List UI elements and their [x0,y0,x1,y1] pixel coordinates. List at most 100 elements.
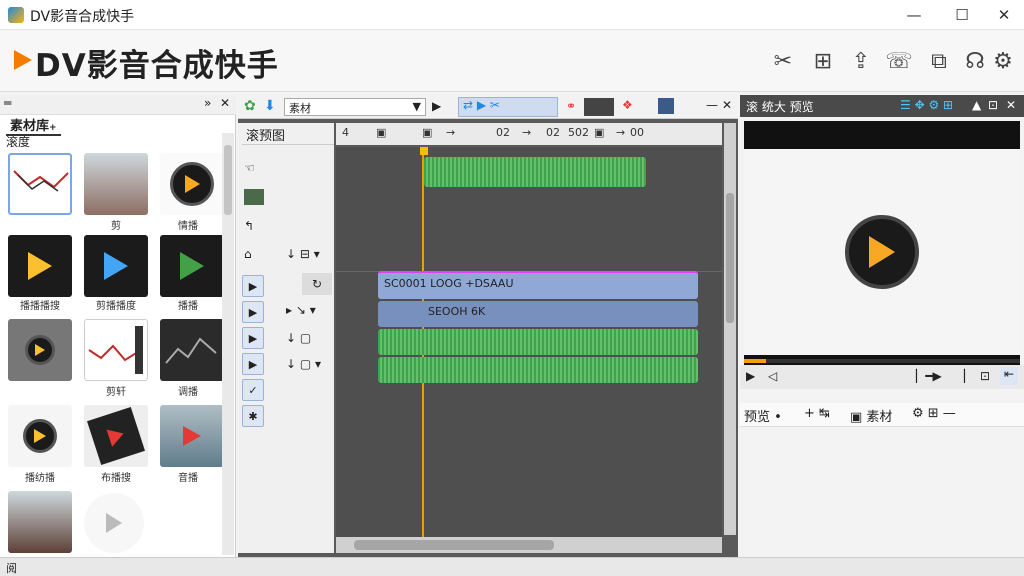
preview-progress-track[interactable] [744,359,1020,363]
chart-icon[interactable]: ⧉ [924,46,954,76]
share-icon[interactable]: ⇪ [846,46,876,76]
trim-tool[interactable]: ↰ [244,219,254,233]
audio-clip[interactable]: SC0001 LOOG +DSAAU [378,271,698,299]
minimize-panel-icon[interactable]: — [706,98,718,112]
down-icon[interactable]: ↓ ▢ [286,331,311,345]
library-item-thumbnail[interactable] [8,153,72,215]
close-button[interactable]: ✕ [984,2,1024,28]
snapshot-icon[interactable]: ⊡ [980,369,990,383]
play-button[interactable]: ▶ [746,369,755,383]
playhead-handle[interactable] [420,147,428,155]
refresh-icon[interactable]: ↻ [302,273,332,295]
library-item-thumbnail[interactable] [84,153,148,215]
scroll-thumb[interactable] [726,193,734,323]
list-icon[interactable]: ☰ ✥ ⚙ ⊞ [900,98,953,112]
library-scrollbar[interactable] [222,133,234,555]
image-tool-icon[interactable] [244,189,264,205]
tab-material[interactable]: ▣ 素材 [850,406,892,425]
library-item-label: 音播 [178,473,198,484]
timeline-toolbar: ✿ ⬇ 素材 ▼ ▶ ⇄ ▶ ✂ ⚭ ❖ — ✕ [238,95,738,119]
library-item-label: 情播 [178,221,198,232]
track-area[interactable]: SC0001 LOOG +DSAAU SEOOH 6K [336,147,722,537]
library-item-thumbnail[interactable] [160,235,224,297]
upload-icon[interactable]: ▲ [972,98,981,112]
down-icon[interactable]: ↓ ▢ ▾ [286,357,321,371]
ruler-label: → [522,126,532,139]
tool-button[interactable]: ✓ [242,379,264,401]
step-icon[interactable]: ▏ [964,369,973,383]
library-item-thumbnail[interactable] [160,319,224,381]
library-item-thumbnail[interactable] [8,405,72,467]
seek-icon[interactable]: ▏━▶ [916,369,942,383]
timeline-title: 滚预图 [242,123,334,145]
audio-clip[interactable]: SEOOH 6K [378,301,698,327]
palette-icon[interactable]: ❖ [622,98,633,112]
volume-icon[interactable]: ◁ [768,369,777,383]
minimize-button[interactable]: — [894,2,934,28]
ruler-label: 502 [568,126,589,139]
tool-button[interactable]: ▶ [242,353,264,375]
ruler-label: 00 [630,126,644,139]
settings-small-icon[interactable]: ⚙ ⊞ — [912,406,956,421]
library-item-thumbnail[interactable] [160,153,224,215]
close-icon[interactable]: ✕ [1006,98,1016,112]
add-icon[interactable]: ⊞ [808,46,838,76]
panel-close-icon[interactable]: ✕ [220,96,230,110]
arrow-icon[interactable]: ▸ ↘ ▾ [286,303,316,317]
ruler-label: 02 [546,126,560,139]
down-icon[interactable]: ↓ ⊟ ▾ [286,247,320,261]
library-item-thumbnail[interactable] [160,405,224,467]
audio-wave-clip[interactable] [378,329,698,355]
library-item-thumbnail[interactable] [8,235,72,297]
timeline-vscrollbar[interactable] [724,123,736,535]
edit-tools-group[interactable]: ⇄ ▶ ✂ [458,97,558,117]
play-small-icon[interactable]: ▶ [432,99,441,113]
lock-icon[interactable]: ⊡ [988,98,998,112]
tool-button[interactable]: ✱ [242,405,264,427]
library-item-thumbnail[interactable] [84,405,148,467]
video-clip[interactable] [424,157,646,187]
preview-tabs: 预览 • + ↹ ▣ 素材 ⚙ ⊞ — [740,403,1024,427]
library-item-thumbnail[interactable] [8,491,72,553]
title-bar: DV影音合成快手 — ☐ ✕ [0,0,1024,30]
fullscreen-icon[interactable]: ⇤ [1000,367,1018,385]
settings-icon[interactable]: ⚙ [988,46,1018,76]
app-header: DV影音合成快手 ✂ ⊞ ⇪ ☏ ⧉ ☊ ⚙ [0,30,1024,92]
library-item-label: 播播 [178,301,198,312]
tool-button[interactable]: ▶ [242,275,264,297]
maximize-button[interactable]: ☐ [942,2,982,28]
scroll-thumb[interactable] [224,145,232,215]
mic-icon[interactable]: ⬇ [264,98,276,114]
library-item-thumbnail[interactable] [84,235,148,297]
expand-icon[interactable]: » [204,96,211,110]
library-subtitle: 滚度 [6,135,31,149]
tool-button[interactable]: ▶ [242,327,264,349]
monitor-icon[interactable] [584,98,614,116]
audio-icon[interactable]: ☊ [960,46,990,76]
brand-play-icon [14,50,32,70]
box-icon[interactable] [658,98,674,114]
video-preview[interactable] [744,121,1020,365]
library-item-thumbnail[interactable] [84,319,148,381]
library-item-thumbnail[interactable] [8,319,72,381]
close-panel-icon[interactable]: ✕ [722,98,732,112]
app-logo-icon [8,7,24,23]
library-item-label: 剪轩 [106,387,126,398]
tab-preview[interactable]: 预览 • [744,406,782,425]
status-bar: 阅 [0,557,1024,576]
split-icon[interactable]: ✂ [768,46,798,76]
timeline-hscrollbar[interactable] [336,537,722,553]
audio-wave-clip[interactable] [378,357,698,383]
comment-icon[interactable]: ☏ [884,46,914,76]
pointer-tool[interactable]: ☜ [244,161,255,175]
scroll-thumb[interactable] [354,540,554,550]
tool-button[interactable]: ▶ [242,301,264,323]
material-dropdown[interactable]: 素材 ▼ [284,98,426,116]
add-track-icon[interactable]: + ↹ [804,406,830,421]
play-placeholder-icon[interactable] [84,493,144,553]
gear-icon[interactable]: ✿ [244,98,256,114]
link-icon[interactable]: ⚭ [566,99,576,113]
menu-icon[interactable]: ═ [4,96,11,110]
library-item-label: 剪播播度 [96,301,136,312]
home-icon[interactable]: ⌂ [244,247,252,261]
